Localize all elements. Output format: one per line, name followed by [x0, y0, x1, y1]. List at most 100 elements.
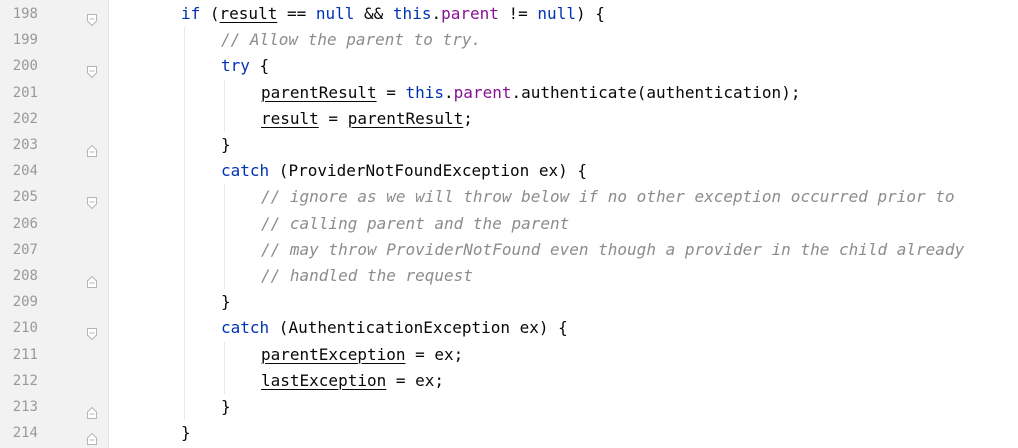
line-number[interactable]: 203: [0, 132, 38, 158]
code-token: (: [200, 4, 220, 23]
code-text[interactable]: }: [221, 394, 231, 420]
indent-guide: [184, 27, 185, 421]
code-token: !=: [498, 4, 538, 23]
indent-guide: [224, 341, 225, 394]
variable-token: parentResult: [347, 108, 464, 128]
code-text[interactable]: // calling parent and the parent: [261, 211, 569, 237]
code-text[interactable]: catch (ProviderNotFoundException ex) {: [221, 158, 587, 184]
fold-end-icon[interactable]: [87, 427, 97, 446]
code-text[interactable]: }: [221, 132, 231, 158]
line-number[interactable]: 214: [0, 420, 38, 446]
code-editor[interactable]: 198 if (result == null && this.parent != …: [0, 0, 1018, 448]
fold-end-icon[interactable]: [87, 270, 97, 288]
code-token: }: [221, 397, 231, 416]
comment-token: // ignore as we will throw below if no o…: [261, 187, 955, 207]
variable-token: parentResult: [261, 82, 377, 102]
code-line[interactable]: 214}: [0, 420, 1018, 446]
fold-collapse-icon[interactable]: [87, 60, 97, 79]
line-number[interactable]: 207: [0, 237, 38, 263]
keyword-token: null: [315, 4, 355, 23]
code-token: ;: [463, 108, 473, 128]
line-number[interactable]: 212: [0, 368, 38, 394]
line-number[interactable]: 205: [0, 184, 38, 210]
variable-token: result: [261, 108, 319, 128]
code-line[interactable]: 198 if (result == null && this.parent != …: [0, 1, 1018, 27]
code-line[interactable]: 204 catch (ProviderNotFoundException ex) …: [0, 158, 1018, 184]
code-line[interactable]: 213}: [0, 394, 1018, 420]
code-text[interactable]: }: [181, 420, 191, 446]
field-token: parent: [453, 82, 512, 102]
comment-token: // handled the request: [261, 266, 473, 285]
code-line[interactable]: 205 // ignore as we will throw below if n…: [0, 184, 1018, 210]
code-token: = ex;: [405, 344, 464, 364]
line-number[interactable]: 208: [0, 263, 38, 289]
code-text[interactable]: result = parentResult;: [261, 106, 473, 132]
fold-collapse-icon[interactable]: [87, 322, 97, 341]
code-line[interactable]: 206 // calling parent and the parent: [0, 211, 1018, 237]
line-number[interactable]: 211: [0, 342, 38, 368]
variable-token: parentException: [261, 344, 406, 364]
code-line[interactable]: 199 // Allow the parent to try.: [0, 27, 1018, 53]
code-token: .: [431, 4, 442, 23]
line-number[interactable]: 204: [0, 158, 38, 184]
indent-guide: [224, 184, 225, 290]
code-token: ==: [277, 4, 316, 23]
code-token: = ex;: [386, 370, 445, 390]
code-text[interactable]: lastException = ex;: [261, 368, 444, 394]
code-text[interactable]: // handled the request: [261, 263, 473, 289]
code-token: ) {: [575, 4, 605, 23]
line-number[interactable]: 213: [0, 394, 38, 420]
code-text[interactable]: catch (AuthenticationException ex) {: [221, 315, 568, 341]
code-token: =: [318, 108, 348, 128]
fold-end-icon[interactable]: [87, 139, 97, 157]
code-token: }: [221, 292, 231, 312]
code-text[interactable]: try {: [221, 53, 269, 79]
line-number[interactable]: 202: [0, 106, 38, 132]
fold-collapse-icon[interactable]: [87, 8, 97, 27]
line-number[interactable]: 206: [0, 211, 38, 237]
code-line[interactable]: 212 lastException = ex;: [0, 368, 1018, 394]
line-number[interactable]: 198: [0, 1, 38, 27]
code-text[interactable]: parentException = ex;: [261, 342, 463, 368]
line-number[interactable]: 199: [0, 27, 38, 53]
code-text[interactable]: // may throw ProviderNotFound even thoug…: [261, 237, 964, 263]
keyword-token: catch: [221, 161, 270, 181]
code-text[interactable]: }: [221, 289, 231, 315]
indent-guide: [224, 79, 225, 132]
code-line[interactable]: 202 result = parentResult;: [0, 106, 1018, 132]
code-text[interactable]: parentResult = this.parent.authenticate(…: [261, 80, 800, 106]
fold-end-icon[interactable]: [87, 401, 97, 419]
variable-token: result: [219, 4, 278, 23]
code-token: }: [221, 135, 231, 154]
line-number[interactable]: 200: [0, 53, 38, 79]
comment-token: // calling parent and the parent: [261, 213, 570, 233]
line-number[interactable]: 210: [0, 315, 38, 341]
fold-collapse-icon[interactable]: [87, 191, 97, 210]
code-line[interactable]: 209}: [0, 289, 1018, 315]
code-line[interactable]: 203}: [0, 132, 1018, 158]
code-text[interactable]: if (result == null && this.parent != nul…: [181, 1, 605, 27]
code-line[interactable]: 211 parentException = ex;: [0, 342, 1018, 368]
code-line[interactable]: 207 // may throw ProviderNotFound even th…: [0, 237, 1018, 263]
code-token: &&: [354, 4, 393, 23]
code-token: =: [376, 82, 406, 102]
code-line[interactable]: 200 try {: [0, 53, 1018, 79]
code-token: (ProviderNotFoundException ex) {: [269, 161, 588, 181]
keyword-token: this: [392, 4, 432, 23]
code-line[interactable]: 201 parentResult = this.parent.authentica…: [0, 80, 1018, 106]
code-text[interactable]: // Allow the parent to try.: [221, 27, 481, 53]
line-number[interactable]: 209: [0, 289, 38, 315]
field-token: parent: [441, 4, 499, 23]
comment-token: // Allow the parent to try.: [221, 30, 482, 50]
code-line[interactable]: 210 catch (AuthenticationException ex) {: [0, 315, 1018, 341]
keyword-token: try: [221, 56, 250, 76]
code-token: .: [444, 82, 454, 102]
code-token: }: [181, 423, 191, 443]
code-text[interactable]: // ignore as we will throw below if no o…: [261, 184, 955, 210]
comment-token: // may throw ProviderNotFound even thoug…: [261, 239, 965, 259]
code-line[interactable]: 208 // handled the request: [0, 263, 1018, 289]
code-token: (AuthenticationException ex) {: [269, 318, 568, 338]
code-token: {: [249, 56, 270, 76]
line-number[interactable]: 201: [0, 80, 38, 106]
keyword-token: catch: [221, 318, 270, 338]
